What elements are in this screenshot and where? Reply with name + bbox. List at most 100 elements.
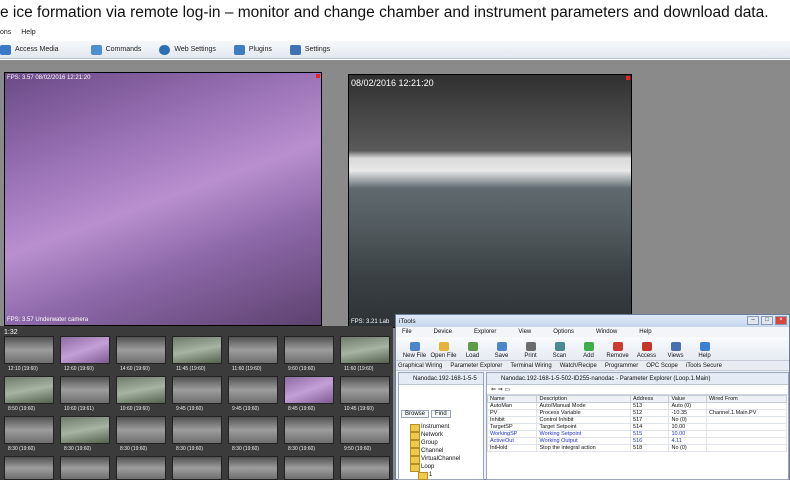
thumbnail[interactable] [340,336,390,364]
itools-menu-help[interactable]: Help [639,329,651,335]
tree-item[interactable]: Loop [409,463,460,472]
thumbnail[interactable] [284,336,334,364]
thumbnail[interactable] [116,376,166,404]
tree-item[interactable]: Group [409,439,460,448]
views-button[interactable]: Views [661,342,690,360]
underwater-camera-feed[interactable]: FPS: 3.57 08/02/2016 12:21:20 FPS: 3.57 … [4,72,322,326]
web-settings-button[interactable]: Web Settings [159,44,216,55]
thumbnail[interactable] [228,376,278,404]
tab-programmer[interactable]: Programmer [605,363,638,369]
commands-button[interactable]: Commands [90,44,141,55]
table-row[interactable]: ActiveOut Working Output 516 4.11 [486,437,788,445]
itools-menu-explorer[interactable]: Explorer [474,329,496,335]
column-header[interactable]: Name [486,395,538,403]
tab-browse[interactable]: Browse [401,410,430,418]
thumbnail[interactable] [172,416,222,444]
thumbnail[interactable] [60,336,110,364]
minimize-button[interactable]: – [747,316,759,325]
cell-value[interactable]: 4.11 [668,437,707,445]
thumbnail-label: 11:45 (19:60) [176,366,206,372]
thumbnail[interactable] [116,336,166,364]
column-header[interactable]: Description [536,395,632,403]
itools-menu-device[interactable]: Device [434,329,452,335]
thumbnail[interactable] [228,336,278,364]
access-media-button[interactable]: Access Media [0,44,59,55]
itools-menu-file[interactable]: File [402,329,412,335]
table-row[interactable]: Inhibit Control Inhibit 517 No (0) [486,416,788,424]
tree-item[interactable]: VirtualChannel [409,455,460,464]
itools-menu-options[interactable]: Options [553,329,574,335]
tree-item[interactable]: Network [409,431,460,440]
column-header[interactable]: Value [668,395,707,403]
thumbnail[interactable] [4,416,54,444]
cell-value[interactable]: 10.00 [668,430,707,438]
thumbnail[interactable] [60,456,110,480]
tab-itools-secure[interactable]: iTools Secure [686,363,722,369]
access-button[interactable]: Access [632,342,661,360]
thumbnail[interactable] [4,376,54,404]
menu-item[interactable]: ons [0,29,11,36]
camera2-timestamp: 08/02/2016 12:21:20 [351,78,434,88]
camera2-close-icon[interactable] [626,76,630,80]
table-row[interactable]: WorkingSP Working Setpoint 515 10.00 [486,430,788,438]
column-header[interactable]: Wired From [705,395,788,403]
thumbnail-label: 10:60 (19:61) [64,406,94,412]
table-row[interactable]: PV Process Variable 512 -10.35 Channel.1.Mai… [486,409,788,417]
thumbnail[interactable] [60,416,110,444]
main-toolbar: Access Media Commands Web Settings Plugi… [0,41,790,59]
tree-item[interactable]: Instrument [409,423,460,432]
thumbnail[interactable] [172,336,222,364]
open-file-button[interactable]: Open File [429,342,458,360]
scan-button[interactable]: Scan [545,342,574,360]
help-button[interactable]: Help [690,342,719,360]
thumbnail[interactable] [172,376,222,404]
thumbnail[interactable] [4,336,54,364]
itools-menu-window[interactable]: Window [596,329,617,335]
table-row[interactable]: TargetSP Target Setpoint 514 10.00 [486,423,788,431]
thumbnail[interactable] [340,416,390,444]
tree-item[interactable]: 1 [417,471,460,480]
table-row[interactable]: AutoMan Auto/Manual Mode 513 Auto (0) [486,402,788,410]
tab-parameter-explorer[interactable]: Parameter Explorer [450,363,502,369]
menu-item-help[interactable]: Help [21,29,35,36]
thumbnail[interactable] [116,416,166,444]
tab-terminal-wiring[interactable]: Terminal Wiring [510,363,551,369]
plugins-button[interactable]: Plugins [233,44,272,55]
cell-value[interactable]: -10.35 [668,409,707,417]
tab-watch-recipe[interactable]: Watch/Recipe [560,363,597,369]
thumbnail[interactable] [4,456,54,480]
tool-label: Load [465,353,480,359]
tab-opc-scope[interactable]: OPC Scope [646,363,678,369]
save-button[interactable]: Save [487,342,516,360]
thumbnail[interactable] [340,456,390,480]
thumbnail[interactable] [228,416,278,444]
thumbnail[interactable] [60,376,110,404]
thumbnail[interactable] [284,456,334,480]
table-row[interactable]: IntHold Stop the integral action 518 No (0) [486,444,788,452]
print-button[interactable]: Print [516,342,545,360]
maximize-button[interactable]: □ [761,316,773,325]
thumbnail[interactable] [284,376,334,404]
column-header[interactable]: Address [630,395,670,403]
settings-button[interactable]: Settings [289,44,330,55]
cell-value[interactable]: No (0) [668,416,707,424]
thumbnail[interactable] [228,456,278,480]
lab-camera-feed[interactable]: 08/02/2016 12:21:20 FPS: 3.21 Lab [348,74,632,328]
thumbnail[interactable] [116,456,166,480]
cell-value[interactable]: No (0) [668,444,707,452]
close-button[interactable]: × [775,316,787,325]
tree-item[interactable]: Channel [409,447,460,456]
cell-value[interactable]: Auto (0) [668,402,707,410]
load-button[interactable]: Load [458,342,487,360]
tab-graphical-wiring[interactable]: Graphical Wiring [398,363,442,369]
add-button[interactable]: Add [574,342,603,360]
new-file-button[interactable]: New File [400,342,429,360]
camera1-close-icon[interactable] [316,74,320,78]
itools-menu-view[interactable]: View [518,329,531,335]
thumbnail[interactable] [340,376,390,404]
thumbnail[interactable] [172,456,222,480]
remove-button[interactable]: Remove [603,342,632,360]
cell-value[interactable]: 10.00 [668,423,707,431]
tab-find[interactable]: Find [431,410,451,418]
thumbnail[interactable] [284,416,334,444]
